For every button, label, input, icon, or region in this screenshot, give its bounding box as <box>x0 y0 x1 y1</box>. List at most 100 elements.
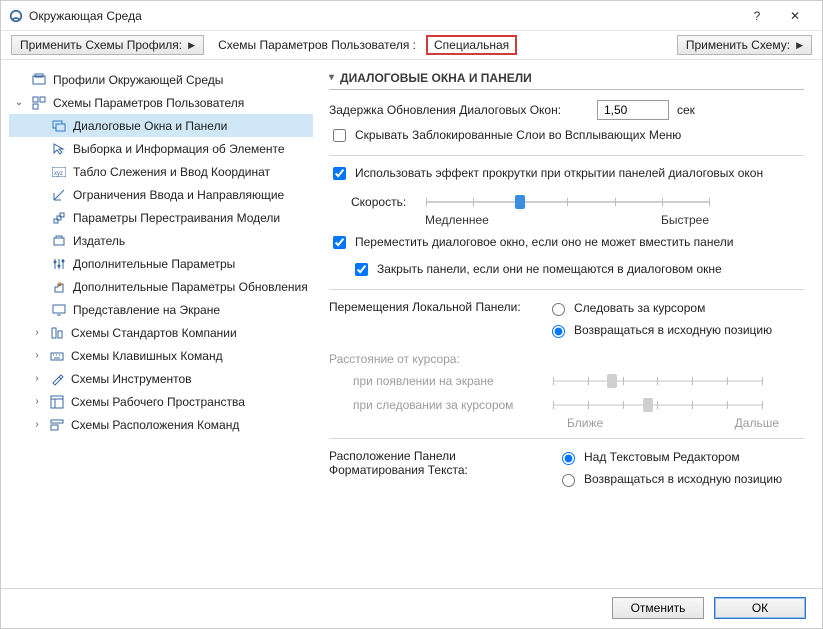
tree-root-profiles[interactable]: Профили Окружающей Среды <box>9 68 313 91</box>
text-panel-label: Расположение Панели Форматирования Текст… <box>329 449 549 477</box>
slower-label: Медленнее <box>425 213 489 227</box>
radio-above-editor[interactable]: Над Текстовым Редактором <box>557 449 782 465</box>
selection-icon <box>51 141 67 157</box>
expand-icon[interactable]: › <box>31 419 43 430</box>
apply-scheme-button[interactable]: Применить Схему:▶ <box>677 35 812 55</box>
section-header[interactable]: ▾ ДИАЛОГОВЫЕ ОКНА И ПАНЕЛИ <box>329 66 804 90</box>
tree-label: Дополнительные Параметры Обновления <box>73 280 308 294</box>
delay-label: Задержка Обновления Диалоговых Окон: <box>329 103 589 117</box>
tree-keyboard[interactable]: › Схемы Клавишных Команд <box>9 344 313 367</box>
text-panel-radiogroup: Над Текстовым Редактором Возвращаться в … <box>557 449 782 487</box>
radio[interactable] <box>552 303 565 316</box>
scroll-effect-check[interactable]: Использовать эффект прокрутки при открыт… <box>329 166 804 183</box>
tree-item-update-options[interactable]: Дополнительные Параметры Обновления <box>9 275 313 298</box>
tree-item-guides[interactable]: Ограничения Ввода и Направляющие <box>9 183 313 206</box>
checkbox[interactable] <box>333 129 346 142</box>
local-panel-label: Перемещения Локальной Панели: <box>329 300 539 314</box>
caret-down-icon: ▾ <box>329 72 334 83</box>
check-label: Закрыть панели, если они не помещаются в… <box>377 262 722 276</box>
radio[interactable] <box>552 325 565 338</box>
tree-item-selection-info[interactable]: Выборка и Информация об Элементе <box>9 137 313 160</box>
main-panel: ▾ ДИАЛОГОВЫЕ ОКНА И ПАНЕЛИ Задержка Обно… <box>317 60 822 588</box>
radio[interactable] <box>562 452 575 465</box>
dist-follow-label: при следовании за курсором <box>353 398 543 412</box>
divider <box>329 438 804 439</box>
move-dialog-check[interactable]: Переместить диалоговое окно, если оно не… <box>329 235 804 252</box>
cancel-button[interactable]: Отменить <box>612 597 704 619</box>
delay-unit: сек <box>677 103 695 117</box>
tree-commands[interactable]: › Схемы Расположения Команд <box>9 413 313 436</box>
local-panel-radiogroup: Следовать за курсором Возвращаться в исх… <box>547 300 772 338</box>
divider <box>329 289 804 290</box>
check-label: Переместить диалоговое окно, если оно не… <box>355 235 733 249</box>
local-panel-row: Перемещения Локальной Панели: Следовать … <box>329 300 804 338</box>
dist-appear-slider <box>553 372 763 390</box>
tree-label: Представление на Экране <box>73 303 220 317</box>
dist-appear-row: при появлении на экране <box>353 372 804 390</box>
tree-label: Дополнительные Параметры <box>73 257 235 271</box>
tree-workspace[interactable]: › Схемы Рабочего Пространства <box>9 390 313 413</box>
collapse-icon[interactable]: ⌄ <box>13 97 25 108</box>
expand-icon[interactable]: › <box>31 350 43 361</box>
commands-icon <box>49 417 65 433</box>
section-title: ДИАЛОГОВЫЕ ОКНА И ПАНЕЛИ <box>340 71 532 85</box>
tree-item-publisher[interactable]: Издатель <box>9 229 313 252</box>
radio-return-home-2[interactable]: Возвращаться в исходную позицию <box>557 471 782 487</box>
tree-label: Выборка и Информация об Элементе <box>73 142 285 156</box>
hide-locked-check[interactable]: Скрывать Заблокированные Слои во Всплыва… <box>329 128 804 145</box>
chevron-right-icon: ▶ <box>188 40 195 51</box>
radio-return-home[interactable]: Возвращаться в исходную позицию <box>547 322 772 338</box>
tree-item-dialogs-panels[interactable]: Диалоговые Окна и Панели <box>9 114 313 137</box>
tree-label: Издатель <box>73 234 125 248</box>
dialogs-icon <box>51 118 67 134</box>
titlebar: Окружающая Среда ? ✕ <box>1 1 822 31</box>
close-panels-check[interactable]: Закрыть панели, если они не помещаются в… <box>329 262 804 279</box>
help-button[interactable]: ? <box>738 6 776 26</box>
tracker-icon: xyz <box>51 164 67 180</box>
radio-follow-cursor[interactable]: Следовать за курсором <box>547 300 772 316</box>
guides-icon <box>51 187 67 203</box>
checkbox[interactable] <box>355 263 368 276</box>
tree-label: Табло Слежения и Ввод Координат <box>73 165 270 179</box>
profiles-icon <box>31 72 47 88</box>
tree-label: Диалоговые Окна и Панели <box>73 119 227 133</box>
apply-profile-schemes-button[interactable]: Применить Схемы Профиля:▶ <box>11 35 204 55</box>
window-title: Окружающая Среда <box>29 9 142 23</box>
expand-icon[interactable]: › <box>31 396 43 407</box>
company-icon <box>49 325 65 341</box>
tree-label: Ограничения Ввода и Направляющие <box>73 188 284 202</box>
tree-item-rebuild[interactable]: Параметры Перестраивания Модели <box>9 206 313 229</box>
faster-label: Быстрее <box>661 213 709 227</box>
tree-label: Схемы Расположения Команд <box>71 418 239 432</box>
svg-text:xyz: xyz <box>54 171 63 177</box>
checkbox[interactable] <box>333 236 346 249</box>
tree-tool-schemes[interactable]: › Схемы Инструментов <box>9 367 313 390</box>
user-schemes-icon <box>31 95 47 111</box>
radio[interactable] <box>562 474 575 487</box>
tree-item-more-options[interactable]: Дополнительные Параметры <box>9 252 313 275</box>
chevron-right-icon: ▶ <box>796 40 803 51</box>
keyboard-icon <box>49 348 65 364</box>
sliders-icon <box>51 256 67 272</box>
tree-item-onscreen[interactable]: Представление на Экране <box>9 298 313 321</box>
scheme-value: Специальная <box>426 35 517 55</box>
divider <box>329 155 804 156</box>
tree-company-standards[interactable]: › Схемы Стандартов Компании <box>9 321 313 344</box>
close-button[interactable]: ✕ <box>776 6 814 26</box>
expand-icon[interactable]: › <box>31 327 43 338</box>
expand-icon[interactable]: › <box>31 373 43 384</box>
check-label: Использовать эффект прокрутки при открыт… <box>355 166 763 180</box>
tree-label: Схемы Рабочего Пространства <box>71 395 245 409</box>
delay-input[interactable] <box>597 100 669 120</box>
tree-label: Схемы Инструментов <box>71 372 192 386</box>
ok-button[interactable]: ОК <box>714 597 806 619</box>
dist-follow-row: при следовании за курсором <box>353 396 804 414</box>
tools-icon <box>49 371 65 387</box>
tree-item-tracker[interactable]: xyz Табло Слежения и Ввод Координат <box>9 160 313 183</box>
speed-slider[interactable] <box>426 193 710 211</box>
tree-user-schemes[interactable]: ⌄ Схемы Параметров Пользователя <box>9 91 313 114</box>
scheme-label: Схемы Параметров Пользователя : <box>218 38 416 52</box>
dist-ends: Ближе Дальше <box>567 416 779 430</box>
checkbox[interactable] <box>333 167 346 180</box>
closer-label: Ближе <box>567 416 603 430</box>
